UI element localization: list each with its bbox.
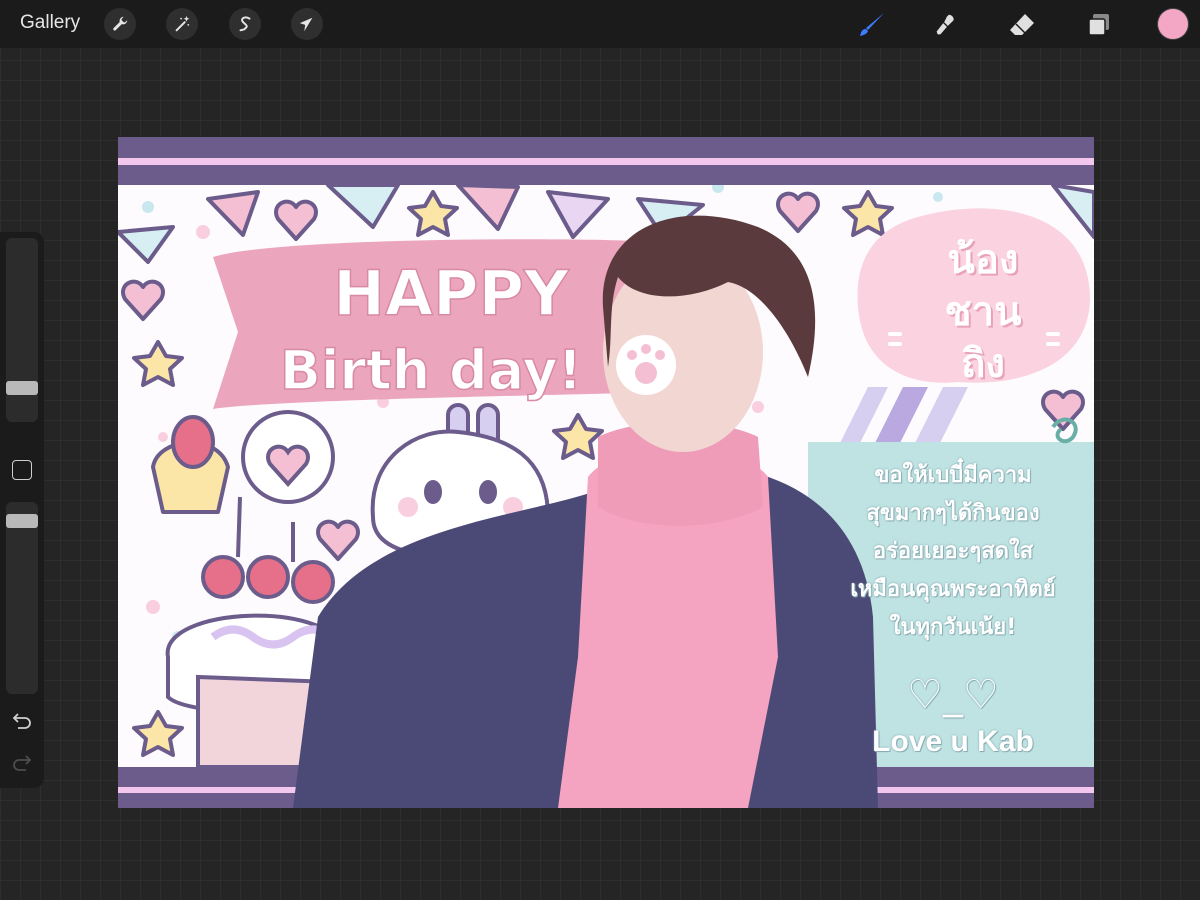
message-line: ในทุกวันเน้ย!: [889, 615, 1017, 640]
left-sidebar: [0, 232, 44, 788]
color-picker-button[interactable]: [1158, 9, 1188, 39]
redo-icon: [13, 755, 32, 771]
message-line: ขอให้เบบี๋มีความ: [874, 463, 1032, 488]
modify-button[interactable]: [12, 460, 32, 480]
magic-wand-icon: [175, 15, 190, 32]
layers-button[interactable]: [1082, 8, 1116, 42]
banner-title-line2: Birth day!: [280, 339, 583, 402]
undo-button[interactable]: [10, 710, 34, 734]
transform-arrow-icon: [299, 17, 313, 32]
message-line: เหมือนคุณพระอาทิตย์: [850, 577, 1056, 602]
brush-icon: [860, 13, 884, 36]
selection-s-icon: [239, 16, 251, 32]
message-line: สุขมากๆได้กินของ: [866, 501, 1040, 526]
eraser-tool-button[interactable]: [1005, 8, 1039, 42]
opacity-slider[interactable]: [6, 502, 38, 694]
smudge-icon: [936, 14, 954, 35]
opacity-slider-thumb[interactable]: [6, 514, 38, 528]
brush-size-slider-thumb[interactable]: [6, 381, 38, 395]
drawing-canvas[interactable]: HAPPY Birth day! น้อง ชาน ถิง ขอให้เบบี๋…: [118, 137, 1094, 808]
message-line: อร่อยเยอะๆสดใส: [872, 539, 1034, 564]
redo-button[interactable]: [10, 752, 34, 776]
brush-tool-button[interactable]: [855, 8, 889, 42]
heart-speech-bubble: [241, 410, 335, 504]
top-toolbar: Gallery: [0, 0, 1200, 48]
selection-button[interactable]: [229, 8, 261, 40]
transform-button[interactable]: [291, 8, 323, 40]
adjustments-button[interactable]: [166, 8, 198, 40]
bubble-text-line: ถิง: [961, 341, 1005, 387]
layers-icon: [1088, 14, 1109, 36]
gallery-button[interactable]: Gallery: [20, 12, 80, 34]
eraser-icon: [1010, 14, 1034, 35]
smudge-tool-button[interactable]: [929, 8, 963, 42]
actions-wrench-button[interactable]: [104, 8, 136, 40]
hearts-sign: ♡_♡: [907, 672, 999, 718]
banner-title-line1: HAPPY: [333, 257, 570, 330]
love-signature: Love u Kab: [872, 725, 1034, 758]
wrench-icon: [113, 16, 128, 31]
undo-icon: [12, 713, 31, 729]
brush-size-slider[interactable]: [6, 238, 38, 422]
